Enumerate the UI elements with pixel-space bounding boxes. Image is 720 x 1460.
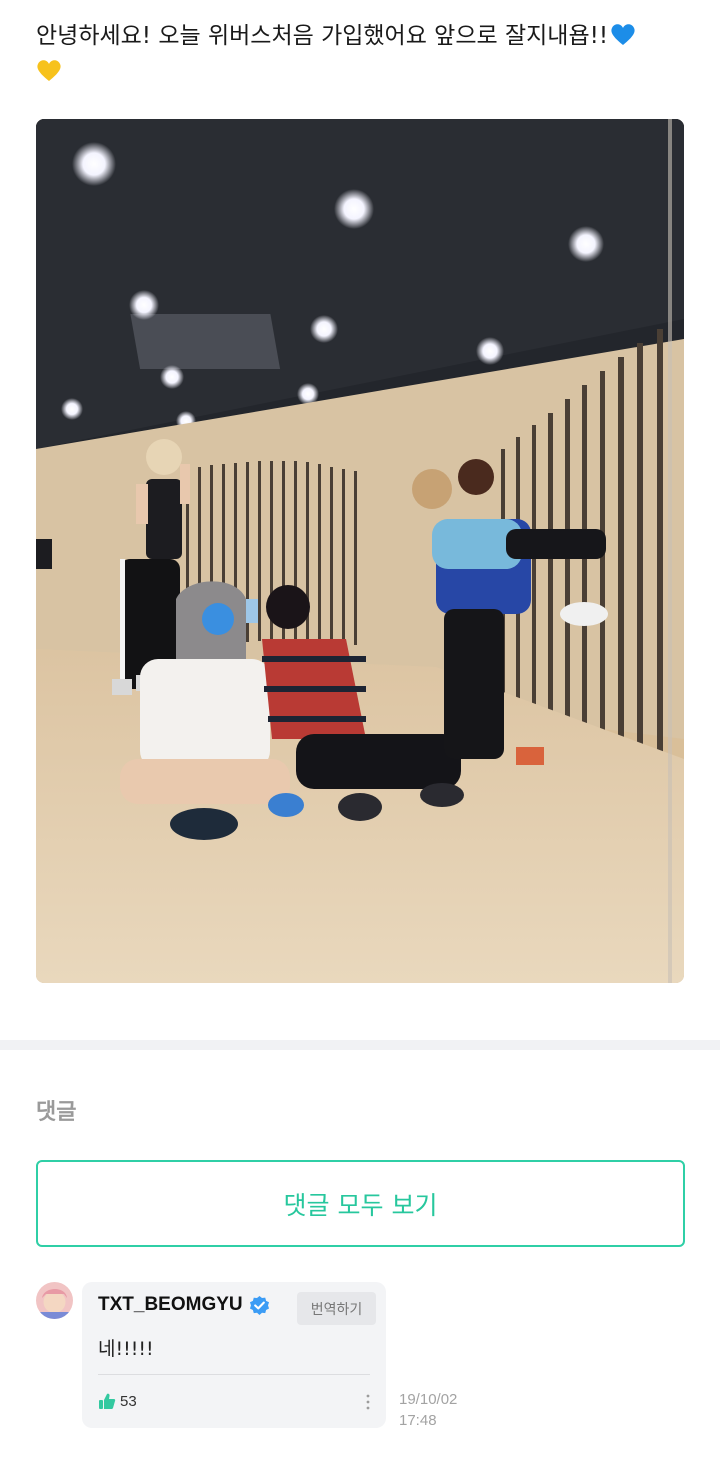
comment-time: 17:48 — [399, 1412, 437, 1429]
section-divider — [0, 1040, 720, 1050]
more-options-icon[interactable] — [362, 1392, 374, 1412]
post-photo[interactable] — [36, 119, 684, 983]
post-photo-illustration — [36, 119, 684, 983]
translate-button[interactable]: 번역하기 — [297, 1292, 376, 1325]
comment-timestamp: 19/10/02 17:48 — [399, 1389, 489, 1431]
comment-body: 네!!!!! — [98, 1338, 154, 1360]
comment-author-name[interactable]: TXT_BEOMGYU — [98, 1294, 243, 1316]
post-text: 안녕하세요! 오늘 위버스처음 가입했어요 앞으로 잘지내욥!! — [36, 18, 686, 90]
avatar[interactable] — [36, 1282, 73, 1319]
comments-title: 댓글 — [36, 1100, 77, 1125]
verified-badge-icon — [249, 1295, 269, 1315]
comment-card: TXT_BEOMGYU 번역하기 네!!!!! 53 — [82, 1282, 386, 1428]
thumbs-up-icon — [99, 1393, 116, 1409]
comment-date: 19/10/02 — [399, 1391, 458, 1408]
comment-author[interactable]: TXT_BEOMGYU — [98, 1294, 270, 1316]
yellow-heart-icon — [37, 60, 61, 81]
like-button[interactable]: 53 — [98, 1392, 137, 1410]
view-all-comments-button[interactable]: 댓글 모두 보기 — [36, 1160, 685, 1247]
avatar-image — [36, 1282, 73, 1319]
post-text-content: 안녕하세요! 오늘 위버스처음 가입했어요 앞으로 잘지내욥!! — [36, 23, 609, 49]
blue-heart-icon — [611, 24, 635, 45]
like-count: 53 — [120, 1392, 137, 1410]
comment-divider — [98, 1374, 370, 1375]
